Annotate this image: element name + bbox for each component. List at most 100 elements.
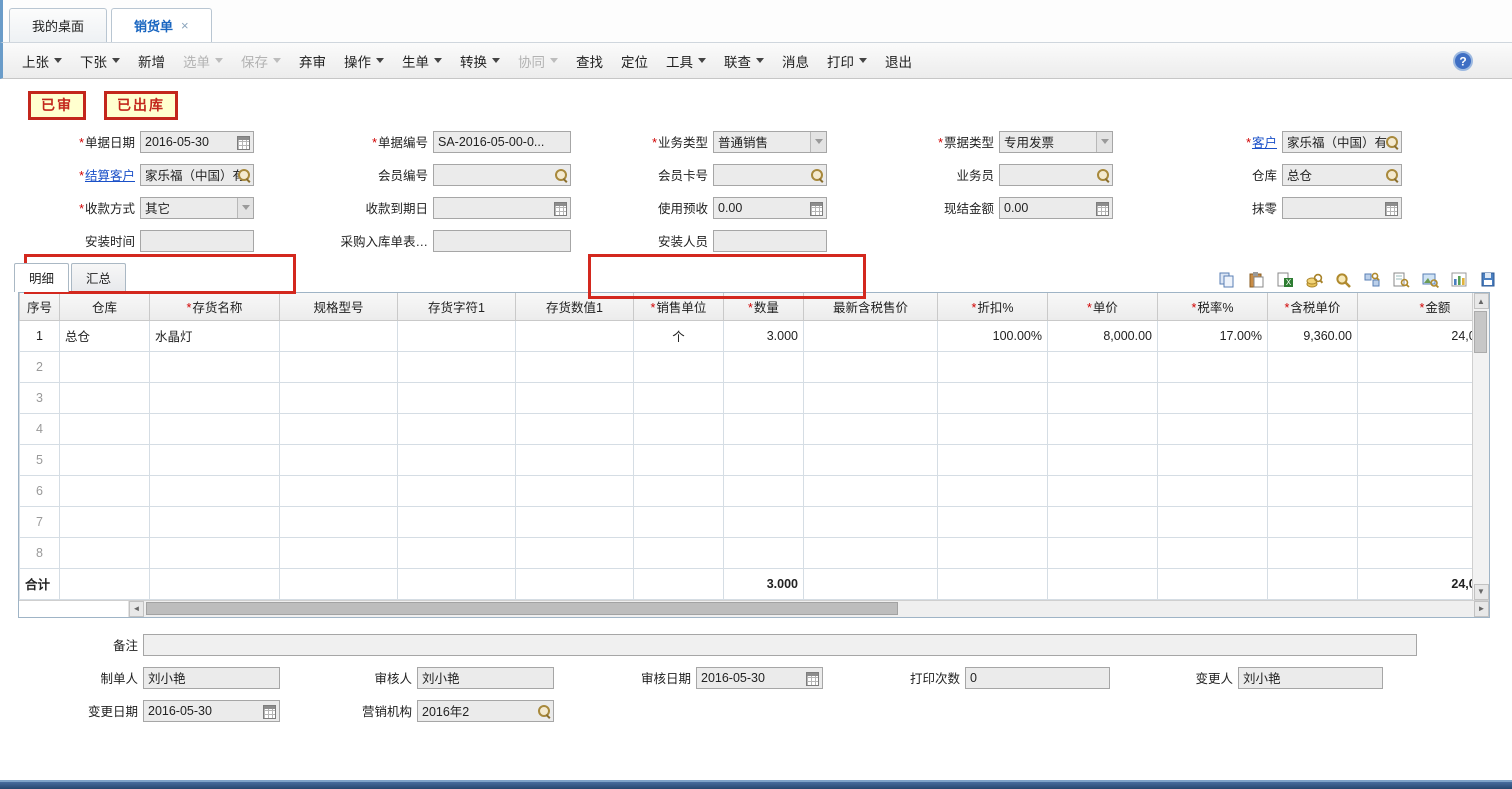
cell[interactable]: 5: [20, 444, 60, 475]
cell[interactable]: [60, 537, 150, 568]
search-icon[interactable]: [238, 169, 250, 181]
cell[interactable]: [724, 413, 804, 444]
search-icon[interactable]: [1386, 136, 1398, 148]
scroll-up-icon[interactable]: ▲: [1474, 293, 1489, 309]
cell[interactable]: [1158, 351, 1268, 382]
cell[interactable]: [150, 537, 280, 568]
chevron-down-icon[interactable]: [237, 198, 253, 218]
column-header-5[interactable]: 存货数值1: [516, 293, 634, 320]
batch-replace-icon[interactable]: [1362, 271, 1382, 289]
horizontal-scrollbar[interactable]: ◄ ►: [19, 600, 1489, 617]
cell[interactable]: [938, 444, 1048, 475]
cell[interactable]: 7: [20, 506, 60, 537]
cell[interactable]: [150, 475, 280, 506]
cell[interactable]: [398, 475, 516, 506]
search-icon[interactable]: [555, 169, 567, 181]
cell[interactable]: [280, 320, 398, 351]
toolbar-item-13[interactable]: 联查: [715, 46, 773, 76]
settle-customer-label[interactable]: *结算客户: [8, 165, 140, 184]
rounding-field[interactable]: [1282, 197, 1402, 219]
cell[interactable]: [1048, 382, 1158, 413]
cell[interactable]: 8,000.00: [1048, 320, 1158, 351]
column-header-2[interactable]: *存货名称: [150, 293, 280, 320]
column-header-0[interactable]: 序号: [20, 293, 60, 320]
cell[interactable]: [1268, 475, 1358, 506]
cell[interactable]: [724, 444, 804, 475]
column-header-6[interactable]: *销售单位: [634, 293, 724, 320]
cell[interactable]: [1158, 444, 1268, 475]
cell[interactable]: 17.00%: [1158, 320, 1268, 351]
cell[interactable]: 3.000: [724, 320, 804, 351]
cell[interactable]: [938, 382, 1048, 413]
cell[interactable]: [1358, 351, 1473, 382]
maker-field[interactable]: 刘小艳: [143, 667, 280, 689]
column-header-1[interactable]: 仓库: [60, 293, 150, 320]
cell[interactable]: [60, 475, 150, 506]
chart-icon[interactable]: [1449, 271, 1469, 289]
cell[interactable]: [60, 444, 150, 475]
installer-field[interactable]: [713, 230, 827, 252]
cell[interactable]: 24,000.00: [1358, 320, 1473, 351]
cell[interactable]: [516, 320, 634, 351]
toolbar-item-1[interactable]: 下张: [71, 46, 129, 76]
cell[interactable]: [1268, 351, 1358, 382]
hscroll-track[interactable]: [144, 601, 1474, 617]
price-query-icon[interactable]: [1304, 271, 1324, 289]
cell[interactable]: [1358, 413, 1473, 444]
customer-field[interactable]: 家乐福（中国）有: [1282, 131, 1402, 153]
doc-preview-icon[interactable]: [1391, 271, 1411, 289]
cell[interactable]: [938, 351, 1048, 382]
cell[interactable]: [1268, 537, 1358, 568]
cell[interactable]: [1048, 537, 1158, 568]
cell[interactable]: [1358, 506, 1473, 537]
calendar-icon[interactable]: [263, 705, 276, 719]
remark-field[interactable]: [143, 634, 1417, 656]
search-icon[interactable]: [538, 705, 550, 717]
calendar-icon[interactable]: [806, 672, 819, 686]
cell[interactable]: [724, 537, 804, 568]
cell[interactable]: [516, 413, 634, 444]
cell[interactable]: [1158, 413, 1268, 444]
save-format-icon[interactable]: [1478, 271, 1498, 289]
cell[interactable]: [60, 382, 150, 413]
close-tab-icon[interactable]: ×: [181, 18, 189, 33]
cell[interactable]: [150, 351, 280, 382]
cash-amount-field[interactable]: 0.00: [999, 197, 1113, 219]
cell[interactable]: [516, 382, 634, 413]
cell[interactable]: [150, 506, 280, 537]
vertical-scrollbar[interactable]: ▲ ▼: [1472, 293, 1489, 600]
cell[interactable]: [280, 382, 398, 413]
scroll-right-icon[interactable]: ►: [1474, 601, 1489, 617]
column-header-7[interactable]: *数量: [724, 293, 804, 320]
toolbar-item-11[interactable]: 定位: [612, 46, 657, 76]
toolbar-item-8[interactable]: 转换: [451, 46, 509, 76]
toolbar-item-0[interactable]: 上张: [13, 46, 71, 76]
column-header-13[interactable]: *金额: [1358, 293, 1473, 320]
cell[interactable]: [938, 413, 1048, 444]
column-header-11[interactable]: *税率%: [1158, 293, 1268, 320]
export-excel-icon[interactable]: X: [1275, 271, 1295, 289]
vertical-scroll-thumb[interactable]: [1474, 311, 1487, 353]
cell[interactable]: [516, 506, 634, 537]
cell[interactable]: 2: [20, 351, 60, 382]
find-icon[interactable]: [1333, 271, 1353, 289]
cell[interactable]: [398, 382, 516, 413]
cell[interactable]: [60, 506, 150, 537]
tab-summary[interactable]: 汇总: [71, 263, 126, 292]
column-header-12[interactable]: *含税单价: [1268, 293, 1358, 320]
cell[interactable]: [398, 413, 516, 444]
cell[interactable]: [516, 444, 634, 475]
cell[interactable]: 9,360.00: [1268, 320, 1358, 351]
scroll-left-icon[interactable]: ◄: [129, 601, 144, 617]
cell[interactable]: [634, 351, 724, 382]
paste-icon[interactable]: [1246, 271, 1266, 289]
cell[interactable]: 1: [20, 320, 60, 351]
column-header-3[interactable]: 规格型号: [280, 293, 398, 320]
cell[interactable]: [150, 382, 280, 413]
calendar-icon[interactable]: [554, 202, 567, 216]
column-header-8[interactable]: 最新含税售价: [804, 293, 938, 320]
toolbar-item-5[interactable]: 弃审: [290, 46, 335, 76]
toolbar-item-15[interactable]: 打印: [818, 46, 876, 76]
cell[interactable]: [1048, 475, 1158, 506]
customer-label[interactable]: *客户: [1148, 132, 1282, 151]
